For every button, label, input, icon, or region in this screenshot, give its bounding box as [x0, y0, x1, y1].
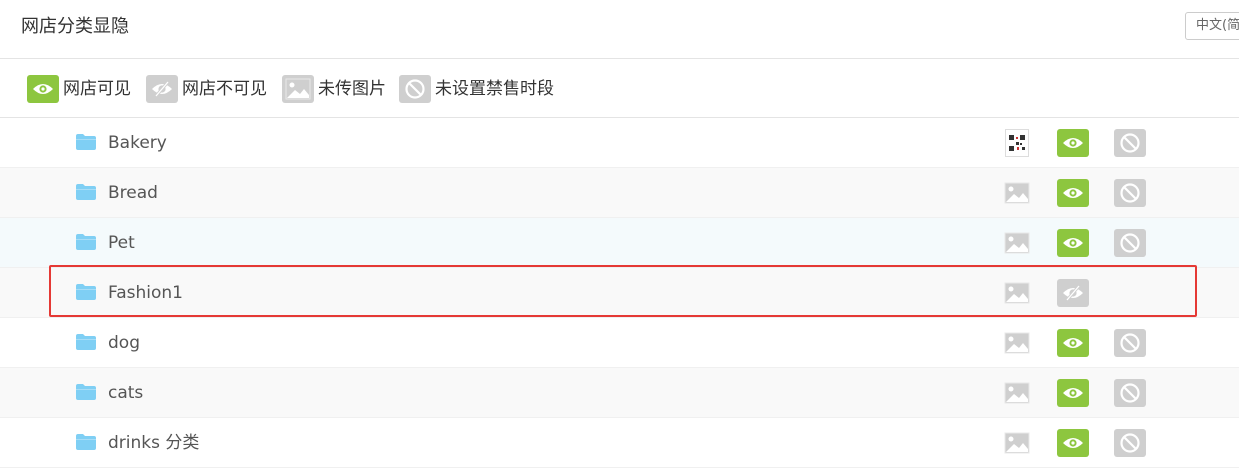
folder-icon: [76, 134, 96, 154]
category-row[interactable]: Bakery: [0, 118, 1239, 168]
folder-icon: [76, 334, 96, 354]
image-placeholder-icon[interactable]: [1001, 329, 1033, 357]
category-row[interactable]: Bread: [0, 168, 1239, 218]
image-placeholder-icon[interactable]: [1001, 229, 1033, 257]
category-row[interactable]: dog: [0, 318, 1239, 368]
legend-no-ban-label: 未设置禁售时段: [435, 79, 554, 99]
folder-icon: [76, 234, 96, 254]
image-placeholder-icon[interactable]: [1001, 379, 1033, 407]
ban-icon[interactable]: [1114, 379, 1146, 407]
category-row[interactable]: Pet: [0, 218, 1239, 268]
image-placeholder-icon[interactable]: [1001, 429, 1033, 457]
legend-bar: 网店可见 网店不可见 未传图片 未设置禁售时段: [0, 59, 1239, 118]
ban-icon[interactable]: [1114, 129, 1146, 157]
category-name: Bread: [108, 183, 158, 203]
legend-hidden-label: 网店不可见: [182, 79, 267, 99]
category-name: dog: [108, 333, 140, 353]
ban-icon[interactable]: [1114, 179, 1146, 207]
folder-icon: [76, 184, 96, 204]
category-row[interactable]: Fashion1: [0, 268, 1239, 318]
folder-icon: [76, 284, 96, 304]
ban-icon: [399, 75, 431, 103]
image-placeholder-icon[interactable]: [1001, 279, 1033, 307]
folder-icon: [76, 384, 96, 404]
category-image-thumbnail[interactable]: [1001, 129, 1029, 157]
legend-no-image-label: 未传图片: [318, 79, 386, 99]
eye-icon[interactable]: [1057, 429, 1089, 457]
legend-visible: 网店可见: [27, 74, 131, 104]
category-row[interactable]: cats: [0, 368, 1239, 418]
category-row[interactable]: drinks 分类: [0, 418, 1239, 468]
legend-no-image: 未传图片: [282, 74, 386, 104]
eye-icon[interactable]: [1057, 379, 1089, 407]
page-title: 网店分类显隐: [21, 16, 129, 37]
ban-icon[interactable]: [1114, 329, 1146, 357]
eye-icon[interactable]: [1057, 329, 1089, 357]
folder-icon: [76, 434, 96, 454]
eye-slash-icon[interactable]: [1057, 279, 1089, 307]
ban-icon[interactable]: [1114, 429, 1146, 457]
legend-no-ban: 未设置禁售时段: [399, 74, 554, 104]
category-name: Bakery: [108, 133, 167, 153]
eye-icon[interactable]: [1057, 129, 1089, 157]
category-name: cats: [108, 383, 144, 403]
eye-icon[interactable]: [1057, 229, 1089, 257]
category-list: Bakery Bread Pet Fashion1 dog cats drinks 分类: [0, 118, 1239, 468]
category-name: drinks 分类: [108, 433, 200, 453]
category-name: Pet: [108, 233, 135, 253]
language-select[interactable]: 中文(简: [1185, 12, 1239, 40]
category-name: Fashion1: [108, 283, 183, 303]
eye-icon: [27, 75, 59, 103]
eye-icon[interactable]: [1057, 179, 1089, 207]
image-placeholder-icon[interactable]: [1001, 179, 1033, 207]
legend-visible-label: 网店可见: [63, 79, 131, 99]
legend-hidden: 网店不可见: [146, 74, 267, 104]
ban-icon[interactable]: [1114, 229, 1146, 257]
image-placeholder-icon: [282, 75, 314, 103]
page-header: 网店分类显隐 中文(简: [0, 0, 1239, 59]
eye-slash-icon: [146, 75, 178, 103]
